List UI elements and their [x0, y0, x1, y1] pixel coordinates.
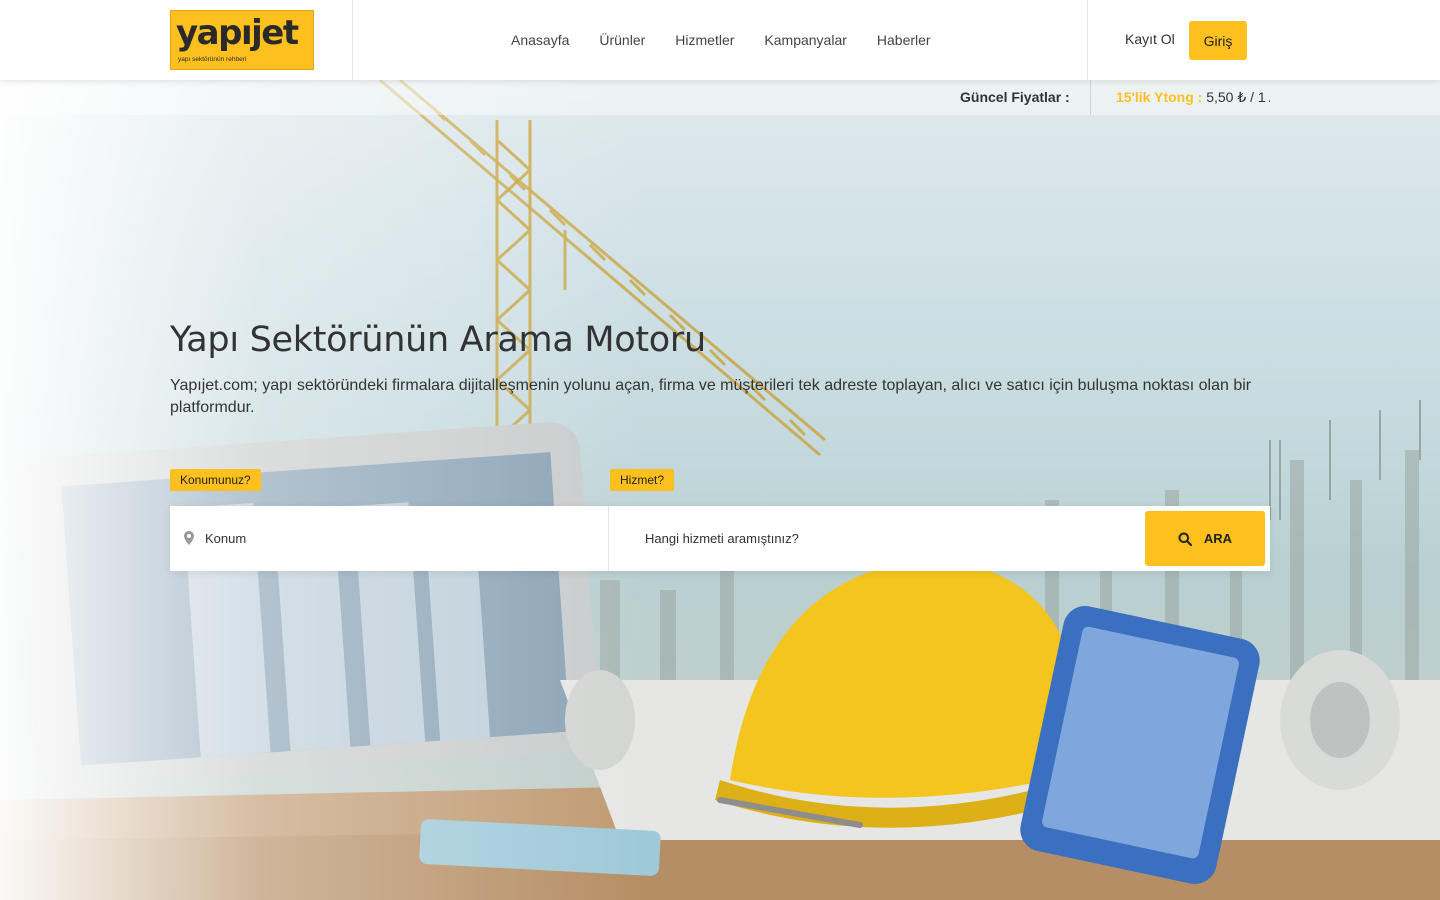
nav-item-campaigns[interactable]: Kampanyalar: [749, 32, 862, 48]
ticker-divider: [1090, 80, 1091, 115]
site-header: yapıjet yapı sektörünün rehberi Anasayfa…: [0, 0, 1440, 80]
nav-item-news[interactable]: Haberler: [862, 32, 946, 48]
ticker-item-name: 15'lik Ytong :: [1116, 89, 1203, 105]
search-button[interactable]: ARA: [1145, 511, 1265, 566]
site-logo[interactable]: yapıjet yapı sektörünün rehberi: [170, 10, 314, 70]
hero-title: Yapı Sektörünün Arama Motoru: [170, 320, 706, 360]
search-icon: [1178, 532, 1192, 546]
map-pin-icon: [184, 531, 194, 545]
search-form: ARA: [170, 506, 1270, 571]
register-link[interactable]: Kayıt Ol: [1125, 31, 1175, 47]
login-button[interactable]: Giriş: [1189, 21, 1247, 60]
logo-wordmark: yapıjet: [176, 13, 299, 53]
main-nav: Anasayfa Ürünler Hizmetler Kampanyalar H…: [496, 0, 946, 80]
ticker-item-value: 5,50 ₺ / 1 Adet: [1206, 89, 1270, 105]
header-divider: [1087, 0, 1088, 80]
service-tag: Hizmet?: [610, 469, 675, 491]
nav-item-home[interactable]: Anasayfa: [496, 32, 584, 48]
location-field-wrapper: [170, 506, 609, 571]
nav-item-services[interactable]: Hizmetler: [660, 32, 749, 48]
service-input[interactable]: [645, 526, 1125, 550]
price-ticker: Güncel Fiyatlar : 15'lik Ytong : 5,50 ₺ …: [0, 80, 1440, 115]
hero-description: Yapıjet.com; yapı sektöründeki firmalara…: [170, 377, 1252, 416]
ticker-item: 15'lik Ytong : 5,50 ₺ / 1 Adet: [1116, 89, 1270, 109]
nav-item-products[interactable]: Ürünler: [584, 32, 660, 48]
header-divider: [352, 0, 353, 80]
logo-tagline: yapı sektörünün rehberi: [178, 56, 247, 63]
location-input[interactable]: [205, 526, 585, 550]
search-button-label: ARA: [1203, 531, 1233, 546]
location-tag: Konumunuz?: [170, 469, 261, 491]
ticker-label: Güncel Fiyatlar :: [960, 89, 1070, 105]
